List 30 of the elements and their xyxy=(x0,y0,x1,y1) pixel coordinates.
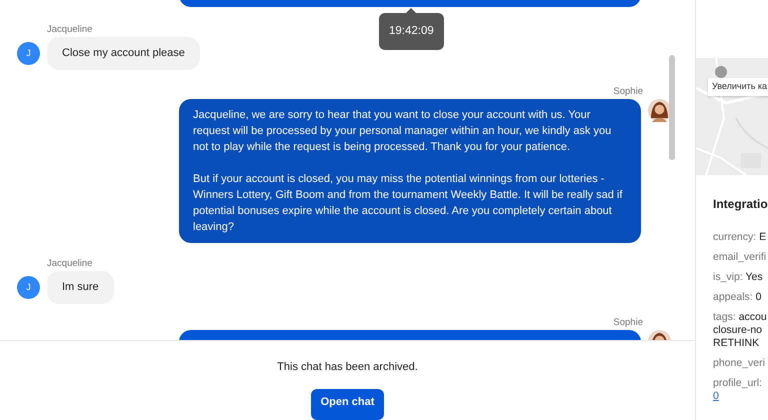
field-label: profile_url: xyxy=(713,377,762,389)
message-bubble: Jacqueline, we are sorry to hear that you want to close your account with us. Your request will be processed by your personal manager within an hour, we kindly ask you not to play while the request is being processed. Thank you for your patience. But if your account is closed, you may miss the potential winnings from our lotteries - Winners Lottery, Gift Boom and from the tournament Weekly Battle. It will be really sad if potential bonuses expire while the account is closed. Are you completely certain about leaving? xyxy=(179,99,641,244)
map-zoom-button[interactable]: Увеличить ка xyxy=(708,78,768,96)
field-value: 0 xyxy=(756,291,762,303)
field-label: is_vip: xyxy=(713,271,743,283)
open-chat-button[interactable]: Open chat xyxy=(310,388,384,420)
tooltip-arrow xyxy=(406,8,416,13)
field-label: appeals: xyxy=(713,291,753,303)
author-name: Jacqueline xyxy=(47,23,94,36)
section-title: Integratio xyxy=(713,196,768,213)
field-label: currency: xyxy=(713,231,756,243)
profile-link[interactable]: 0 xyxy=(713,390,768,403)
tag-value: accou xyxy=(738,311,767,323)
field-value: E xyxy=(759,231,766,243)
timestamp-tooltip: 19:42:09 xyxy=(379,13,444,50)
field-label: tags: xyxy=(713,311,736,323)
tag-value: closure-no xyxy=(713,324,764,337)
archived-notice: This chat has been archived. xyxy=(277,360,418,375)
avatar xyxy=(648,99,671,122)
author-name: Sophie xyxy=(612,85,643,98)
avatar: J xyxy=(17,42,40,65)
message-bubble: Im sure xyxy=(47,271,114,304)
author-name: Jacqueline xyxy=(47,257,94,270)
tag-value: RETHINK xyxy=(713,337,760,350)
message-bubble: Close my account please xyxy=(47,37,200,70)
avatar: J xyxy=(17,276,40,300)
field-label: email_verifi xyxy=(713,251,766,263)
field-label: phone_veri xyxy=(713,357,765,369)
author-name: Sophie xyxy=(612,316,643,330)
field-value: Yes xyxy=(746,271,763,283)
